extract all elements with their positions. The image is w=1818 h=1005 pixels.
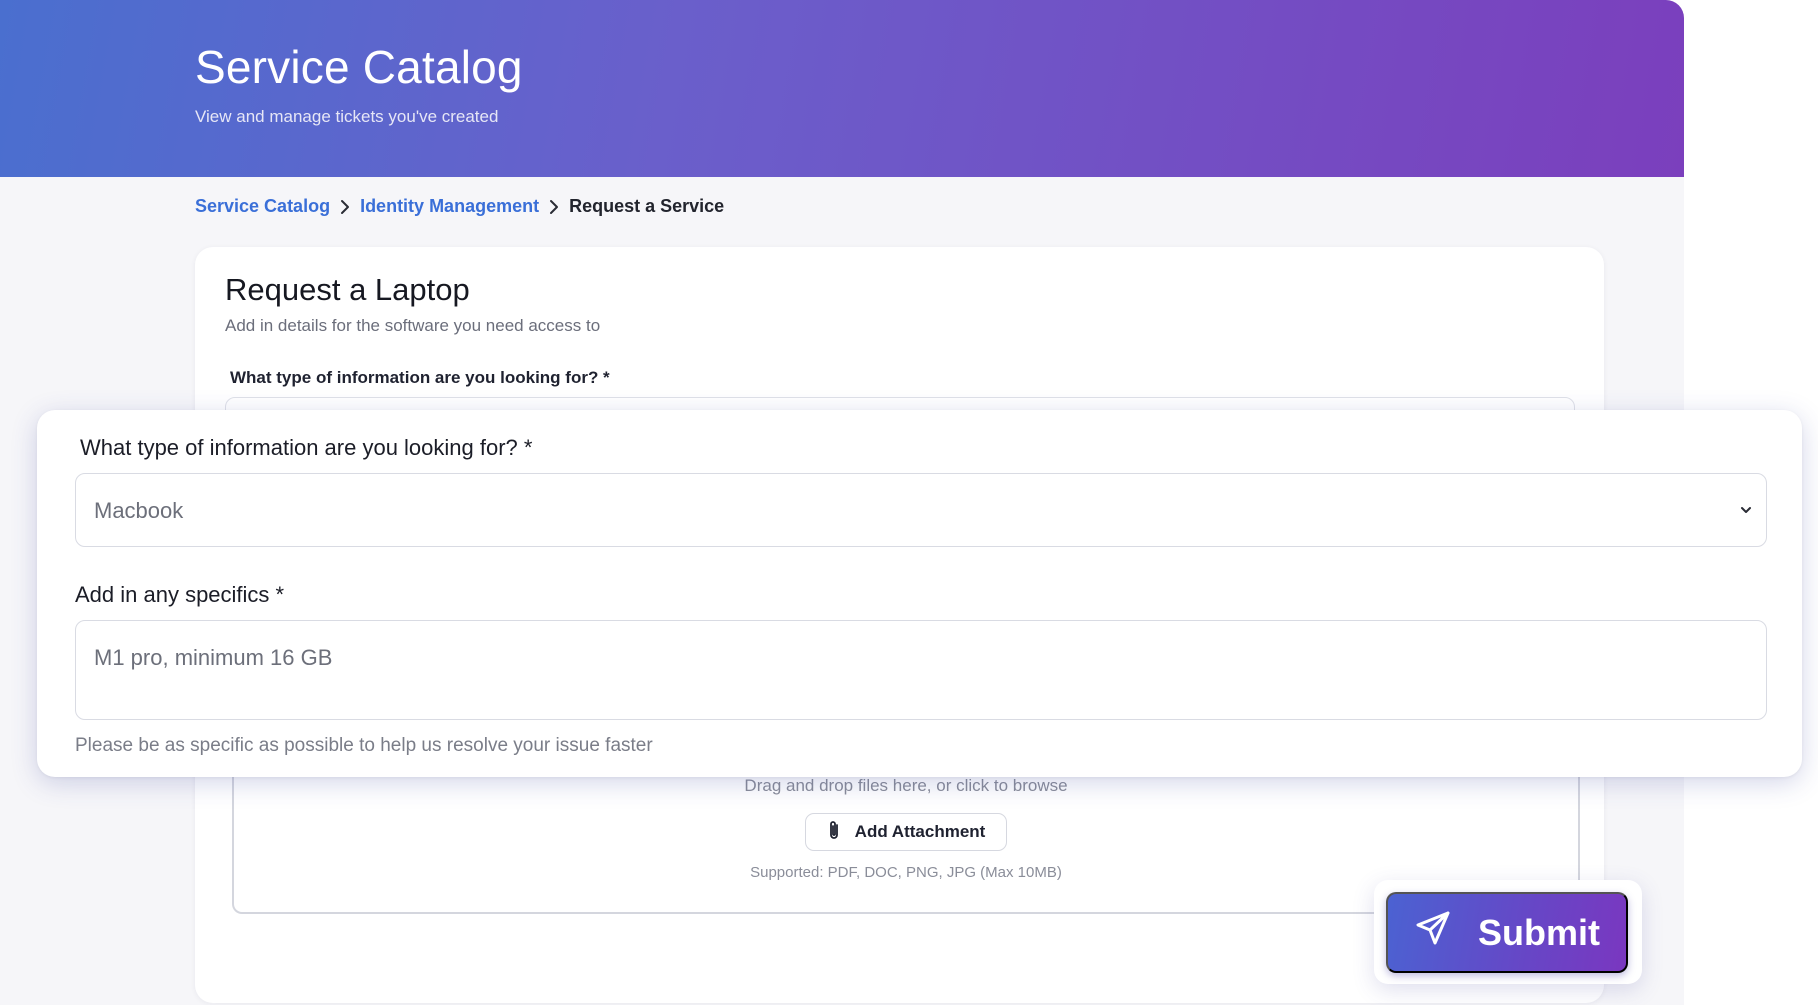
supported-formats-text: Supported: PDF, DOC, PNG, JPG (Max 10MB) xyxy=(750,864,1062,881)
chevron-right-icon xyxy=(539,197,569,217)
submit-button[interactable]: Submit xyxy=(1386,892,1628,973)
type-select[interactable]: Macbook xyxy=(75,473,1767,547)
type-field-label: What type of information are you looking… xyxy=(80,435,533,460)
send-icon xyxy=(1414,909,1452,956)
card-subtitle: Add in details for the software you need… xyxy=(225,316,601,335)
submit-label: Submit xyxy=(1478,911,1600,953)
specifics-value: M1 pro, minimum 16 GB xyxy=(94,645,333,670)
request-form-panel: What type of information are you looking… xyxy=(37,410,1802,777)
type-select-value: Macbook xyxy=(94,498,184,523)
breadcrumb-current: Request a Service xyxy=(569,196,725,216)
page-subtitle: View and manage tickets you've created xyxy=(195,107,499,126)
paperclip-icon xyxy=(827,819,841,846)
page-header: Service Catalog View and manage tickets … xyxy=(0,0,1684,177)
dropzone-text: Drag and drop files here, or click to br… xyxy=(744,776,1068,795)
specifics-textarea[interactable]: M1 pro, minimum 16 GB xyxy=(75,620,1767,720)
submit-container: Submit xyxy=(1374,880,1642,984)
specifics-help-text: Please be as specific as possible to hel… xyxy=(75,735,653,756)
type-question-label: What type of information are you looking… xyxy=(230,368,610,387)
chevron-down-icon xyxy=(1736,500,1756,520)
card-title: Request a Laptop xyxy=(225,272,470,307)
breadcrumb-identity-management[interactable]: Identity Management xyxy=(360,196,539,217)
breadcrumb-service-catalog[interactable]: Service Catalog xyxy=(195,196,330,217)
chevron-right-icon xyxy=(330,197,360,217)
add-attachment-label: Add Attachment xyxy=(854,822,986,841)
breadcrumb: Service Catalog Identity Management Requ… xyxy=(195,196,724,217)
specifics-field-label: Add in any specifics * xyxy=(75,582,285,607)
add-attachment-button[interactable]: Add Attachment xyxy=(805,813,1007,851)
page-title: Service Catalog xyxy=(195,41,523,93)
